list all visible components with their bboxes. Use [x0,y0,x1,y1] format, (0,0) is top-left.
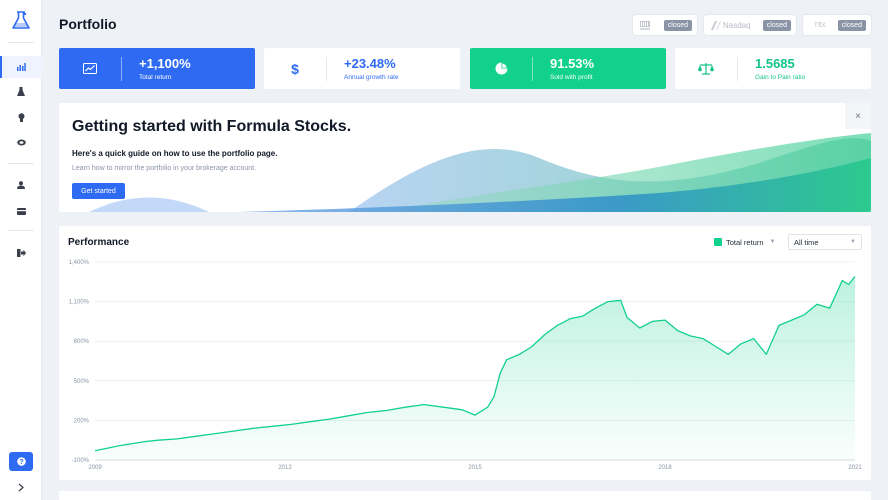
y-tick-label: 1,400% [69,260,90,266]
help-label: ? [19,459,23,466]
getting-started-banner: Getting started with Formula Stocks. Her… [59,103,871,212]
y-tick-label: -100% [72,458,90,464]
stat-value: +1,100% [139,56,191,71]
market-name: Nasdaq [711,20,751,30]
stat-label: Total return [139,74,172,81]
y-tick-label: 800% [74,339,90,345]
market-status-badge: closed [762,19,791,31]
market-name-text: TSX [814,22,826,29]
sidebar-item-account[interactable] [0,174,42,196]
graduation-icon [16,139,26,145]
svg-text:$: $ [291,62,299,76]
card-icon [16,207,26,215]
secondary-card [59,491,871,500]
sidebar-divider [8,163,34,164]
stat-label: Annual growth rate [344,74,399,81]
stat-card-total-return: +1,100% Total return [59,48,255,89]
page-title: Portfolio [59,16,117,32]
dollar-icon: $ [264,48,326,89]
stat-card-sold-with-profit: 91.53% Sold with profit [470,48,666,89]
stat-card-annual-growth: $ +23.48% Annual growth rate [264,48,460,89]
y-tick-label: 1,100% [69,300,90,306]
help-icon: ? [16,457,26,466]
market-status-nyse: closed [633,15,697,35]
x-tick-label: 2015 [468,465,482,471]
sidebar-divider [8,230,34,231]
legend-swatch [714,238,722,246]
stat-value: 91.53% [550,56,595,71]
expand-sidebar-button[interactable] [14,481,28,493]
sidebar-item-billing[interactable] [0,200,42,222]
sidebar-item-lab[interactable] [0,80,42,102]
sidebar: ? [0,0,42,500]
banner-description: Learn how to mirror the portfolio in you… [72,165,257,172]
banner-title: Getting started with Formula Stocks. [72,118,352,135]
sidebar-item-learn[interactable] [0,131,42,153]
close-icon: × [855,110,861,122]
x-tick-label: 2021 [848,465,862,471]
user-icon [17,181,25,189]
banner-subtitle: Here's a quick guide on how to use the p… [72,149,278,158]
sidebar-item-ideas[interactable] [0,106,42,128]
performance-title: Performance [68,237,130,248]
sidebar-item-dashboard[interactable] [0,56,42,78]
balance-scale-icon [675,48,737,89]
chevron-right-icon [18,483,24,491]
nyse-logo-icon [640,20,650,30]
market-status-nasdaq: Nasdaq closed [704,15,796,35]
help-button[interactable]: ? [9,452,33,471]
chevron-down-icon: ▼ [850,239,856,245]
market-status-badge: closed [837,19,866,31]
stat-value: +23.48% [344,56,396,71]
series-area-total-return [95,276,855,460]
bar-chart-icon [16,63,26,71]
series-selector-label: Total return [726,237,764,247]
x-tick-label: 2009 [88,465,102,471]
market-status-tsx: TSX closed [803,15,871,35]
time-range-label: All time [794,237,819,247]
x-tick-label: 2018 [658,465,672,471]
market-name-text: Nasdaq [723,20,751,30]
market-name: TSX [810,21,826,30]
flask-icon [17,86,25,96]
stat-label: Sold with profit [550,74,593,81]
stat-card-gain-to-pain: 1.5685 Gain to Pain ratio [675,48,871,89]
performance-chart: -100% 200% 500% 800% 1,100% 1,400% 2009 2012 201… [69,260,863,471]
x-tick-label: 2012 [278,465,292,471]
time-range-select[interactable]: All time ▼ [788,234,862,250]
sidebar-item-logout[interactable] [0,242,42,264]
market-name [640,20,652,30]
pie-chart-icon [470,48,532,89]
sidebar-divider [8,42,34,43]
performance-card: -100% 200% 500% 800% 1,100% 1,400% 2009 2012 201… [59,226,871,480]
market-status-badge: closed [663,19,692,31]
series-selector[interactable]: Total return ▼ [714,234,775,250]
banner-close-button[interactable]: × [845,103,871,129]
trend-chart-icon [59,48,121,89]
lightbulb-icon [18,112,24,122]
y-tick-label: 200% [74,418,90,424]
stat-label: Gain to Pain ratio [755,74,806,81]
y-tick-label: 500% [74,379,90,385]
stat-value: 1.5685 [755,56,795,71]
nasdaq-logo-icon [711,20,721,30]
logo-flask-icon[interactable] [10,9,32,31]
get-started-button[interactable]: Get started [72,183,125,199]
logout-icon [16,249,26,257]
chevron-down-icon: ▼ [769,239,776,245]
